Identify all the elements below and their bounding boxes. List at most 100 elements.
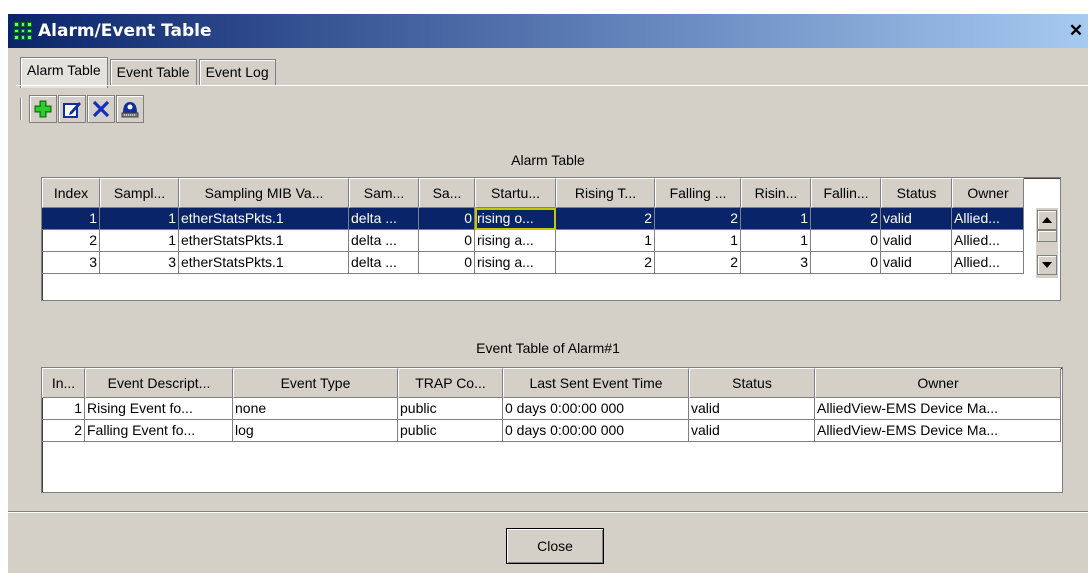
table-cell: 0 [419, 208, 475, 230]
tab-event-log[interactable]: Event Log [198, 59, 276, 85]
scroll-up-button[interactable] [1037, 210, 1057, 230]
alarm-event-window: Alarm/Event Table ✕ Alarm Table Event Ta… [8, 14, 1088, 573]
column-header[interactable]: Event Descript... [85, 368, 233, 398]
event-icon [121, 102, 139, 118]
vertical-scrollbar[interactable] [1036, 208, 1058, 278]
table-cell: etherStatsPkts.1 [179, 252, 349, 274]
table-cell: 2 [42, 420, 85, 442]
table-cell: log [233, 420, 398, 442]
column-header[interactable]: Sa... [419, 178, 475, 208]
table-cell: 0 days 0:00:00 000 [503, 420, 689, 442]
table-cell: rising a... [475, 252, 556, 274]
table-cell: 3 [100, 252, 179, 274]
column-header[interactable]: Fallin... [811, 178, 881, 208]
table-cell: valid [881, 252, 952, 274]
column-header[interactable]: Falling ... [655, 178, 741, 208]
title-bar[interactable]: Alarm/Event Table ✕ [8, 14, 1088, 48]
column-header[interactable]: Sampling MIB Va... [179, 178, 349, 208]
column-header[interactable]: Risin... [741, 178, 811, 208]
table-cell: AlliedView-EMS Device Ma... [815, 420, 1061, 442]
edit-button[interactable] [58, 95, 86, 123]
table-cell: Allied... [952, 230, 1024, 252]
column-header[interactable]: Owner [815, 368, 1061, 398]
table-cell: rising a... [475, 230, 556, 252]
table-cell: 1 [556, 230, 655, 252]
scroll-thumb[interactable] [1037, 230, 1057, 242]
table-cell: 0 [811, 230, 881, 252]
toolbar [20, 93, 145, 125]
toolbar-separator [20, 98, 22, 120]
table-cell: 1 [741, 208, 811, 230]
arrow-down-icon [1042, 262, 1052, 268]
close-icon[interactable]: ✕ [1068, 22, 1084, 40]
table-cell-focused: rising o... [475, 208, 556, 230]
column-header[interactable]: Event Type [233, 368, 398, 398]
table-cell: 1 [100, 230, 179, 252]
add-button[interactable] [29, 95, 57, 123]
column-header[interactable]: Status [881, 178, 952, 208]
table-cell: 1 [100, 208, 179, 230]
table-cell: 1 [741, 230, 811, 252]
column-header[interactable]: Sam... [349, 178, 419, 208]
footer-divider [8, 511, 1088, 513]
table-cell: 0 days 0:00:00 000 [503, 398, 689, 420]
table-cell: public [398, 420, 503, 442]
table-cell: Rising Event fo... [85, 398, 233, 420]
table-cell: etherStatsPkts.1 [179, 230, 349, 252]
tab-event-table[interactable]: Event Table [109, 59, 197, 85]
tab-divider [16, 85, 1088, 86]
column-header[interactable]: Rising T... [556, 178, 655, 208]
table-cell: 1 [42, 398, 85, 420]
arrow-up-icon [1042, 217, 1052, 223]
table-cell: 3 [741, 252, 811, 274]
table-cell: valid [881, 230, 952, 252]
table-cell: 0 [419, 230, 475, 252]
delete-button[interactable] [87, 95, 115, 123]
table-cell: delta ... [349, 208, 419, 230]
column-header[interactable]: Index [42, 178, 100, 208]
column-header[interactable]: In... [42, 368, 85, 398]
scroll-down-button[interactable] [1037, 255, 1057, 275]
event-button[interactable] [116, 95, 144, 123]
table-cell: 0 [419, 252, 475, 274]
column-header[interactable]: Status [689, 368, 815, 398]
column-header[interactable]: Last Sent Event Time [503, 368, 689, 398]
delete-icon [92, 100, 110, 118]
table-cell: 2 [655, 208, 741, 230]
add-icon [34, 100, 52, 118]
event-table-title: Event Table of Alarm#1 [476, 340, 620, 356]
table-cell: 1 [42, 208, 100, 230]
alarm-table-title: Alarm Table [511, 152, 585, 168]
column-header[interactable]: TRAP Co... [398, 368, 503, 398]
column-header[interactable]: Sampl... [100, 178, 179, 208]
column-header[interactable]: Startu... [475, 178, 556, 208]
table-cell: Allied... [952, 208, 1024, 230]
table-cell: valid [881, 208, 952, 230]
table-cell: 2 [811, 208, 881, 230]
table-cell: delta ... [349, 252, 419, 274]
column-header[interactable]: Owner [952, 178, 1024, 208]
table-cell: delta ... [349, 230, 419, 252]
table-cell: 2 [556, 208, 655, 230]
table-cell: 1 [655, 230, 741, 252]
alarm-table: Index Sampl... Sampling MIB Va... Sam...… [41, 177, 1061, 301]
table-cell: etherStatsPkts.1 [179, 208, 349, 230]
table-cell: Allied... [952, 252, 1024, 274]
table-cell: 2 [42, 230, 100, 252]
table-cell: AlliedView-EMS Device Ma... [815, 398, 1061, 420]
table-cell: none [233, 398, 398, 420]
edit-icon [63, 102, 81, 118]
tab-alarm-table[interactable]: Alarm Table [20, 57, 108, 88]
table-cell: 2 [556, 252, 655, 274]
event-table: In... Event Descript... Event Type TRAP … [41, 367, 1063, 493]
table-cell: Falling Event fo... [85, 420, 233, 442]
grid-app-icon [14, 22, 32, 40]
tab-strip: Alarm Table Event Table Event Log [20, 57, 278, 88]
table-cell: public [398, 398, 503, 420]
table-cell: valid [689, 420, 815, 442]
table-cell: 0 [811, 252, 881, 274]
table-cell: 3 [42, 252, 100, 274]
window-title: Alarm/Event Table [38, 21, 212, 41]
table-cell: valid [689, 398, 815, 420]
close-button[interactable]: Close [506, 528, 604, 564]
